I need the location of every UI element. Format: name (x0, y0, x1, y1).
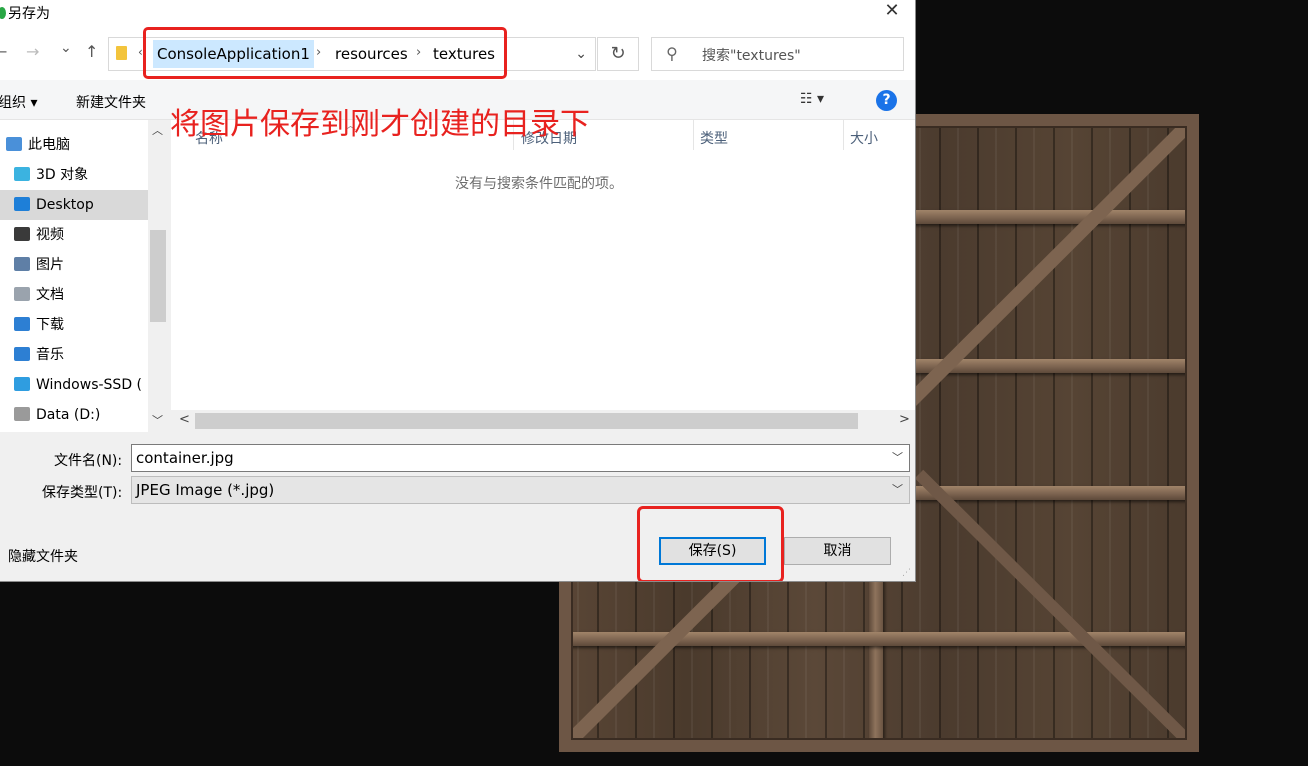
sidebar-item[interactable]: 图片 (0, 250, 148, 280)
pictures-icon (14, 257, 30, 271)
annotation-text: 将图片保存到刚才创建的目录下 (170, 107, 590, 142)
filename-value: container.jpg (136, 449, 234, 467)
chevron-down-icon[interactable]: ﹀ (892, 477, 903, 503)
column-divider[interactable] (843, 120, 844, 150)
annotation-highlight-box (143, 27, 507, 79)
app-icon (0, 7, 6, 19)
view-options-button[interactable]: ☷ ▾ (800, 91, 824, 107)
filetype-select[interactable]: JPEG Image (*.jpg) ﹀ (131, 476, 910, 504)
sidebar-item-label: 文档 (36, 287, 64, 303)
sidebar-scrollbar[interactable]: ︿ ﹀ (148, 120, 168, 432)
scroll-right-icon[interactable]: > (899, 412, 910, 427)
sidebar-item[interactable]: Windows-SSD ( (0, 370, 148, 400)
video-icon (14, 227, 30, 241)
chevron-down-icon[interactable]: ⌄ (575, 46, 587, 62)
sidebar-item-label: Data (D:) (36, 407, 101, 423)
cube-3d-icon (14, 167, 30, 181)
folder-icon (116, 46, 127, 60)
music-icon (14, 347, 30, 361)
recent-locations-icon[interactable]: ⌄ (60, 40, 72, 56)
sidebar-item-label: 图片 (36, 257, 64, 273)
back-arrow-icon[interactable]: ← (0, 42, 7, 61)
refresh-button[interactable]: ↻ (597, 37, 639, 71)
scrollbar-thumb[interactable] (195, 413, 858, 429)
cancel-button[interactable]: 取消 (784, 537, 891, 565)
help-icon[interactable]: ? (876, 90, 897, 111)
column-header-type[interactable]: 类型 (700, 128, 728, 148)
column-header-size[interactable]: 大小 (850, 128, 878, 148)
sidebar-item[interactable]: 3D 对象 (0, 160, 148, 190)
sidebar-item[interactable]: 文档 (0, 280, 148, 310)
hide-folders-toggle[interactable]: 隐藏文件夹 (8, 546, 78, 566)
organize-button[interactable]: 组织 ▾ (0, 92, 37, 112)
annotation-highlight-box (637, 506, 784, 581)
scroll-down-icon[interactable]: ﹀ (152, 412, 163, 428)
search-placeholder: 搜索"textures" (702, 48, 801, 64)
file-list: ︿ 名称 修改日期 类型 大小 没有与搜索条件匹配的项。 < > (171, 119, 915, 432)
sidebar-item-label: 此电脑 (28, 137, 70, 153)
search-input[interactable]: ⚲ 搜索"textures" (651, 37, 904, 71)
close-button[interactable]: ✕ (869, 0, 915, 24)
filetype-label: 保存类型(T): (42, 485, 123, 501)
windows-drive-icon (14, 377, 30, 391)
desktop-icon (14, 197, 30, 211)
navigation-pane: 此电脑 3D 对象 Desktop 视频图片文档下载音乐 Windows-SSD ( Da… (0, 120, 168, 432)
sidebar-item[interactable]: 下载 (0, 310, 148, 340)
column-divider[interactable] (693, 120, 694, 150)
empty-results-message: 没有与搜索条件匹配的项。 (455, 176, 623, 192)
horizontal-scrollbar[interactable]: < > (171, 410, 915, 432)
forward-arrow-icon[interactable]: → (26, 42, 39, 61)
filename-field[interactable]: container.jpg ﹀ (131, 444, 910, 472)
sidebar-item[interactable]: Data (D:) (0, 400, 148, 430)
sidebar-item[interactable]: Desktop (0, 190, 148, 220)
sidebar-item-label: 3D 对象 (36, 167, 89, 183)
scrollbar-thumb[interactable] (150, 230, 166, 322)
sidebar-item[interactable]: 视频 (0, 220, 148, 250)
sidebar-item-label: 视频 (36, 227, 64, 243)
sidebar-item[interactable]: 音乐 (0, 340, 148, 370)
sidebar-item-label: Desktop (36, 197, 94, 213)
sidebar-item-label: 下载 (36, 317, 64, 333)
new-folder-button[interactable]: 新建文件夹 (76, 92, 146, 112)
search-icon: ⚲ (666, 44, 678, 63)
chevron-down-icon[interactable]: ﹀ (892, 445, 903, 471)
drive-icon (14, 407, 30, 421)
save-as-dialog: 另存为 ✕ ← → ⌄ ↑ ‹ ConsoleApplication1 › re… (0, 0, 916, 582)
scroll-left-icon[interactable]: < (179, 412, 190, 427)
sidebar-item-label: Windows-SSD ( (36, 377, 143, 393)
sidebar-item-label: 音乐 (36, 347, 64, 363)
sidebar-item[interactable]: 此电脑 (0, 130, 148, 160)
scroll-up-icon[interactable]: ︿ (152, 122, 163, 138)
computer-icon (6, 137, 22, 151)
title-bar: 另存为 ✕ (0, 0, 915, 30)
filename-label: 文件名(N): (54, 453, 123, 469)
filetype-value: JPEG Image (*.jpg) (136, 481, 275, 499)
documents-icon (14, 287, 30, 301)
dialog-title: 另存为 (8, 6, 50, 22)
resize-grip-icon[interactable]: ⋰ (902, 568, 911, 578)
up-folder-icon[interactable]: ↑ (85, 42, 98, 61)
download-icon (14, 317, 30, 331)
